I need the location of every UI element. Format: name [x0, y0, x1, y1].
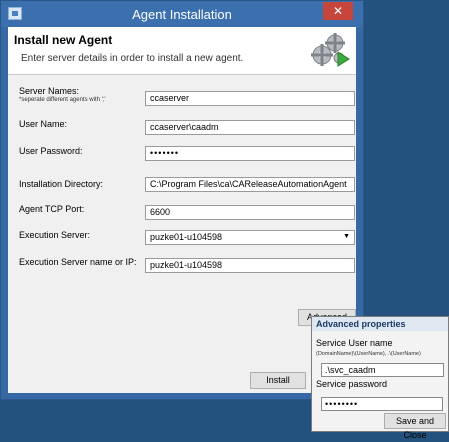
exec-server-label: Execution Server: [19, 230, 91, 240]
tcp-port-label: Agent TCP Port: [19, 204, 85, 214]
service-password-label: Service password [316, 379, 388, 389]
service-user-input[interactable]: .\svc_caadm [321, 363, 444, 377]
user-password-label: User Password: [19, 146, 83, 156]
dialog-header: Install new Agent Enter server details i… [8, 27, 356, 75]
install-dir-label: Installation Directory: [19, 179, 104, 189]
service-password-input[interactable]: •••••••• [321, 397, 443, 411]
exec-server-select[interactable]: puzke01-u104598 ▼ [145, 230, 355, 245]
server-names-label: Server Names: [19, 86, 80, 96]
install-button[interactable]: Install [250, 372, 306, 389]
service-user-label: Service User name [316, 338, 393, 348]
dropdown-arrow-icon[interactable]: ▼ [343, 233, 350, 240]
service-user-hint: (DomainName)\(UserName), .\(UserName) [316, 351, 421, 357]
install-dir-input[interactable]: C:\Program Files\ca\CAReleaseAutomationA… [145, 177, 355, 192]
header-title: Install new Agent [14, 33, 113, 47]
agent-installation-window: Agent Installation ✕ Install new Agent E… [0, 0, 364, 400]
header-subtitle: Enter server details in order to install… [21, 53, 244, 64]
close-button[interactable]: ✕ [323, 2, 353, 20]
exec-server-ip-input[interactable]: puzke01-u104598 [145, 258, 355, 273]
window-title: Agent Installation [132, 7, 232, 22]
exec-server-value: puzke01-u104598 [150, 232, 223, 242]
save-and-close-button[interactable]: Save and Close [384, 413, 446, 440]
user-password-input[interactable]: ••••••• [145, 146, 355, 161]
user-name-label: User Name: [19, 119, 68, 129]
user-name-input[interactable]: ccaserver\caadm [145, 120, 355, 135]
popup-title: Advanced properties [312, 317, 448, 331]
title-bar[interactable]: Agent Installation ✕ [1, 1, 363, 27]
dialog-body: Install new Agent Enter server details i… [8, 27, 356, 393]
server-names-hint: *seperate different agents with ';' [19, 97, 106, 103]
advanced-properties-popup: Advanced properties Service User name (D… [311, 316, 449, 440]
server-names-input[interactable]: ccaserver [145, 91, 355, 106]
gears-play-icon [311, 33, 350, 67]
exec-server-ip-label: Execution Server name or IP: [19, 257, 137, 267]
tcp-port-input[interactable]: 6600 [145, 205, 355, 220]
